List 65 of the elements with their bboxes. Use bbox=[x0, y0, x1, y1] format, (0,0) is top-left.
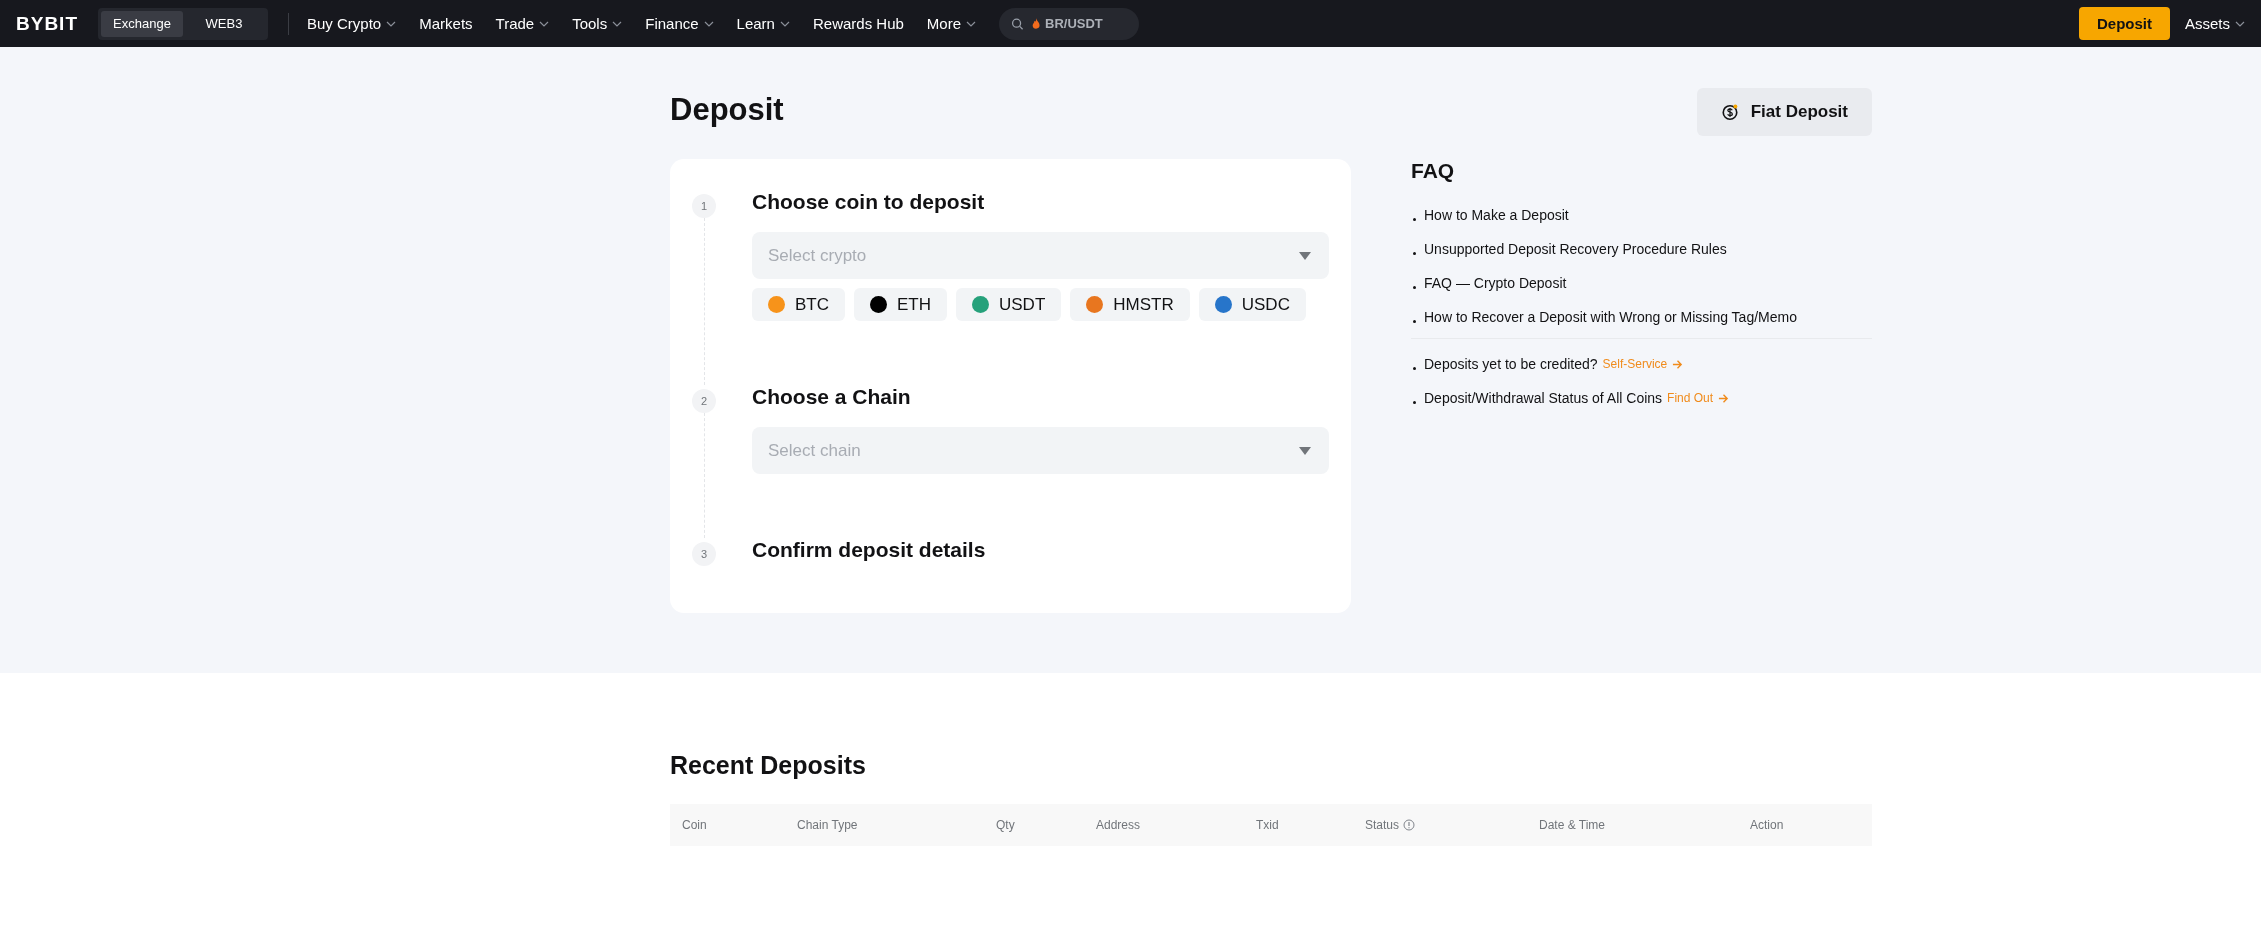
nav-menu-item[interactable]: Finance bbox=[645, 15, 714, 32]
page-title: Deposit bbox=[670, 93, 784, 125]
bullet-icon bbox=[1413, 217, 1416, 221]
search-input[interactable]: BR/USDT bbox=[1043, 15, 1128, 32]
step-number: 2 bbox=[692, 389, 716, 413]
column-header: Chain Type bbox=[797, 818, 858, 832]
info-icon bbox=[1403, 819, 1416, 831]
nav-menu-item[interactable]: Learn bbox=[736, 15, 790, 32]
faq-link[interactable]: FAQ — Crypto Deposit bbox=[1424, 275, 1567, 291]
step-title: Confirm deposit details bbox=[752, 538, 987, 562]
assets-menu[interactable]: Assets bbox=[2185, 15, 2245, 32]
chevron-down-icon bbox=[703, 20, 714, 27]
nav-menu-item[interactable]: Buy Crypto bbox=[307, 15, 397, 32]
caret-down-icon bbox=[1299, 446, 1311, 455]
deposit-button[interactable]: Deposit bbox=[2078, 7, 2170, 40]
chevron-down-icon bbox=[539, 20, 550, 27]
caret-down-icon bbox=[1299, 251, 1311, 260]
faq-link[interactable]: How to Make a Deposit bbox=[1424, 207, 1569, 223]
coin-chip[interactable]: ETH bbox=[854, 288, 947, 321]
chevron-down-icon bbox=[2235, 20, 2245, 27]
bullet-icon bbox=[1413, 366, 1416, 370]
mode-tab[interactable]: WEB3 bbox=[183, 10, 265, 37]
nav-menu-item[interactable]: Tools bbox=[572, 15, 623, 32]
bullet-icon bbox=[1413, 251, 1416, 255]
bullet-icon bbox=[1413, 319, 1416, 323]
column-header: Status bbox=[1365, 818, 1416, 832]
step-number: 1 bbox=[692, 194, 716, 218]
fiat-deposit-button[interactable]: Fiat Deposit bbox=[1696, 88, 1872, 136]
mode-tab[interactable]: Exchange bbox=[101, 10, 183, 37]
faq-text: Deposits yet to be credited? bbox=[1424, 356, 1598, 372]
nav-menu-item[interactable]: Rewards Hub bbox=[812, 15, 904, 32]
logo[interactable]: BYBIT bbox=[16, 12, 78, 35]
faq-text: Deposit/Withdrawal Status of All Coins bbox=[1424, 390, 1663, 406]
search-field[interactable]: BR/USDT bbox=[999, 7, 1140, 40]
column-header: Qty bbox=[996, 818, 1015, 832]
bullet-icon bbox=[1413, 400, 1416, 404]
coin-chip[interactable]: HMSTR bbox=[1070, 288, 1190, 321]
dollar-coin-icon bbox=[1720, 103, 1739, 121]
chevron-down-icon bbox=[966, 20, 977, 27]
step-title: Choose a Chain bbox=[752, 385, 912, 409]
step-title: Choose coin to deposit bbox=[752, 190, 986, 214]
nav-menu-item[interactable]: Trade bbox=[495, 15, 550, 32]
coin-chip[interactable]: USDT bbox=[956, 288, 1062, 321]
arrow-right-icon bbox=[1718, 392, 1730, 404]
arrow-right-icon bbox=[1672, 358, 1684, 370]
column-header: Action bbox=[1750, 818, 1784, 832]
nav-menu-item[interactable]: Markets bbox=[419, 15, 473, 32]
faq-link[interactable]: Unsupported Deposit Recovery Procedure Rules bbox=[1424, 241, 1727, 257]
nav-menu-item[interactable]: More bbox=[926, 15, 977, 32]
faq-title: FAQ bbox=[1411, 159, 1456, 183]
search-icon bbox=[1011, 16, 1024, 31]
column-header: Coin bbox=[682, 818, 707, 832]
chevron-down-icon bbox=[612, 20, 623, 27]
coin-chip[interactable]: BTC bbox=[752, 288, 845, 321]
faq-link[interactable]: How to Recover a Deposit with Wrong or Missing Tag/Memo bbox=[1424, 309, 1797, 325]
flame-icon bbox=[1031, 17, 1041, 30]
chevron-down-icon bbox=[386, 20, 397, 27]
chevron-down-icon bbox=[779, 20, 790, 27]
coin-chip[interactable]: USDC bbox=[1198, 288, 1306, 321]
step-number: 3 bbox=[692, 542, 716, 566]
column-header: Txid bbox=[1256, 818, 1279, 832]
column-header: Date & Time bbox=[1539, 818, 1606, 832]
bullet-icon bbox=[1413, 285, 1416, 289]
section-title: Recent Deposits bbox=[670, 751, 867, 780]
column-header: Address bbox=[1096, 818, 1141, 832]
